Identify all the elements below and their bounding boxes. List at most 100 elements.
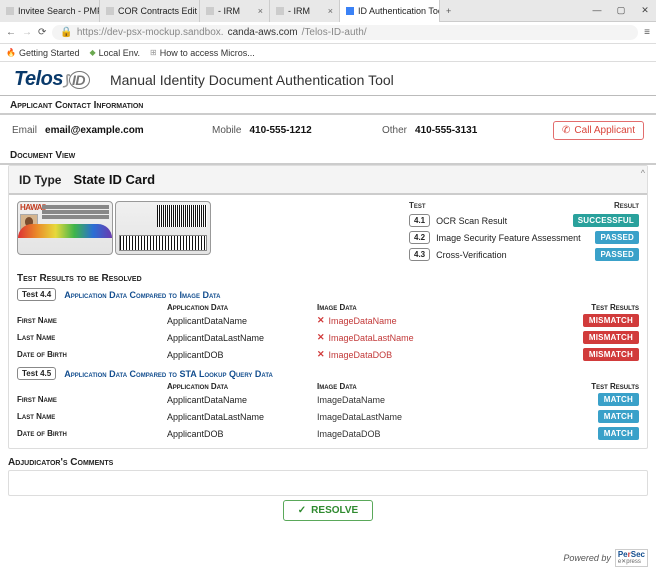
row-result-badge: Mismatch [583, 348, 639, 361]
subtest-header: Test 4.4 Application Data Compared to Ima… [17, 288, 639, 301]
application-data-value: ApplicantDOB [167, 429, 317, 439]
row-result-badge: Match [598, 410, 639, 423]
tab-favicon [276, 7, 284, 15]
image-data-value: ImageDataDOB [317, 349, 477, 360]
tab-close-icon[interactable]: × [258, 6, 263, 16]
tab-label: COR Contracts Edit - CorPortal [118, 6, 200, 16]
subtest-data-row: Last NameApplicantDataLastNameImageDataL… [17, 329, 639, 346]
url-prefix: https://dev-psx-mockup.sandbox. [77, 27, 224, 38]
nav-back-button[interactable]: ← [6, 27, 16, 38]
test-name: Image Security Feature Assessment [436, 233, 581, 243]
other-value: 410-555-3131 [415, 125, 477, 136]
test-name: OCR Scan Result [436, 216, 507, 226]
subtest-data-row: First NameApplicantDataNameImageDataName… [17, 312, 639, 329]
id-card-back[interactable] [115, 201, 211, 255]
col-result: Result [614, 201, 639, 210]
test-row: 4.1OCR Scan ResultSuccessful [409, 214, 639, 227]
bookmark-getting-started[interactable]: Getting Started [6, 48, 80, 58]
url-path: /Telos-ID-auth/ [302, 27, 367, 38]
section-adjudicator-label: Adjudicator's Comments [8, 455, 648, 470]
application-data-value: ApplicantDOB [167, 350, 317, 360]
browser-tab[interactable]: COR Contracts Edit - CorPortal× [100, 0, 200, 22]
image-data-value: ImageDataLastName [317, 332, 477, 343]
field-name: Last Name [17, 412, 167, 421]
email-value: email@example.com [45, 125, 144, 136]
url-field[interactable]: 🔒 https://dev-psx-mockup.sandbox. canda-a… [52, 25, 638, 40]
tab-favicon [106, 7, 114, 15]
logo: Telos⟆ID [14, 68, 90, 91]
image-data-value: ImageDataLastName [317, 412, 477, 422]
bookmark-local-env[interactable]: Local Env. [90, 48, 141, 58]
window-maximize-button[interactable]: ▢ [610, 5, 632, 16]
browser-tab[interactable]: - IRM × [200, 0, 270, 22]
test-row: 4.2Image Security Feature AssessmentPass… [409, 231, 639, 244]
tab-favicon [346, 7, 354, 15]
application-data-value: ApplicantDataLastName [167, 412, 317, 422]
page-header: Telos⟆ID Manual Identity Document Authen… [0, 62, 656, 96]
image-data-value: ImageDataName [317, 395, 477, 405]
id-card-images: HAWAII [17, 201, 211, 261]
tab-close-icon[interactable]: × [328, 6, 333, 16]
resolve-button[interactable]: RESOLVE [283, 500, 373, 521]
field-name: Last Name [17, 333, 167, 342]
window-minimize-button[interactable]: — [586, 5, 608, 16]
url-domain: canda-aws.com [228, 27, 298, 38]
call-applicant-button[interactable]: ✆Call Applicant [553, 121, 644, 140]
field-name: Date of Birth [17, 350, 167, 359]
subtest-description: Application Data Compared to Image Data [64, 290, 220, 300]
bookmark-micros[interactable]: How to access Micros... [150, 48, 255, 58]
tab-label: ID Authentication Tool [358, 6, 440, 16]
app-title: Manual Identity Document Authentication … [110, 72, 394, 88]
browser-tabbar: Invitee Search - PMPortal×COR Contracts … [0, 0, 656, 22]
subtest-description: Application Data Compared to STA Lookup … [64, 369, 273, 379]
browser-tab[interactable]: ID Authentication Tool× [340, 0, 440, 22]
test-name: Cross-Verification [436, 250, 507, 260]
tab-favicon [206, 7, 214, 15]
section-resolve-label: Test Results to be Resolved [17, 273, 639, 284]
browser-addressbar: ← → ⟳ 🔒 https://dev-psx-mockup.sandbox. c… [0, 22, 656, 44]
tab-favicon [6, 7, 14, 15]
section-contact-label: Applicant Contact Information [0, 98, 656, 115]
subtest-header: Test 4.5 Application Data Compared to STA… [17, 367, 639, 380]
tab-label: - IRM [218, 6, 240, 16]
document-view-panel: ^ ID Type State ID Card HAWAII TestResul… [8, 165, 648, 449]
email-label: Email [12, 125, 37, 136]
field-name: Date of Birth [17, 429, 167, 438]
id-card-front[interactable]: HAWAII [17, 201, 113, 255]
new-tab-button[interactable]: + [440, 6, 457, 16]
powered-by: Powered by PerSece✕press [563, 549, 648, 567]
test-result-badge: Passed [595, 231, 639, 244]
subtest-data-row: Date of BirthApplicantDOBImageDataDOB Mis… [17, 346, 639, 363]
lock-icon: 🔒 [60, 27, 72, 38]
subtest-number-badge[interactable]: Test 4.4 [17, 288, 56, 301]
adjudicator-comments-input[interactable] [8, 470, 648, 496]
image-data-value: ImageDataDOB [317, 429, 477, 439]
nav-reload-button[interactable]: ⟳ [38, 27, 46, 38]
field-name: First Name [17, 316, 167, 325]
other-label: Other [382, 125, 407, 136]
nav-forward-button[interactable]: → [22, 27, 32, 38]
scroll-up-icon[interactable]: ^ [641, 168, 645, 178]
tab-label: Invitee Search - PMPortal [18, 6, 100, 16]
browser-tab[interactable]: - IRM × [270, 0, 340, 22]
browser-menu-button[interactable]: ≡ [644, 27, 650, 38]
tab-label: - IRM [288, 6, 310, 16]
row-result-badge: Match [598, 427, 639, 440]
application-data-value: ApplicantDataName [167, 316, 317, 326]
subtest-grid-header: Application DataImage DataTest Results [17, 303, 639, 312]
id-type-label: ID Type [19, 173, 61, 187]
window-close-button[interactable]: ✕ [634, 5, 656, 16]
subtest-data-row: First NameApplicantDataNameImageDataName… [17, 391, 639, 408]
bookmarks-bar: Getting Started Local Env. How to access… [0, 44, 656, 62]
row-result-badge: Mismatch [583, 314, 639, 327]
subtest-number-badge[interactable]: Test 4.5 [17, 367, 56, 380]
subtest-grid-header: Application DataImage DataTest Results [17, 382, 639, 391]
row-result-badge: Mismatch [583, 331, 639, 344]
field-name: First Name [17, 395, 167, 404]
image-data-value: ImageDataName [317, 315, 477, 326]
browser-tab[interactable]: Invitee Search - PMPortal× [0, 0, 100, 22]
application-data-value: ApplicantDataName [167, 395, 317, 405]
test-number-badge: 4.1 [409, 214, 430, 227]
id-type-value: State ID Card [73, 172, 155, 187]
subtest-data-row: Last NameApplicantDataLastNameImageDataL… [17, 408, 639, 425]
